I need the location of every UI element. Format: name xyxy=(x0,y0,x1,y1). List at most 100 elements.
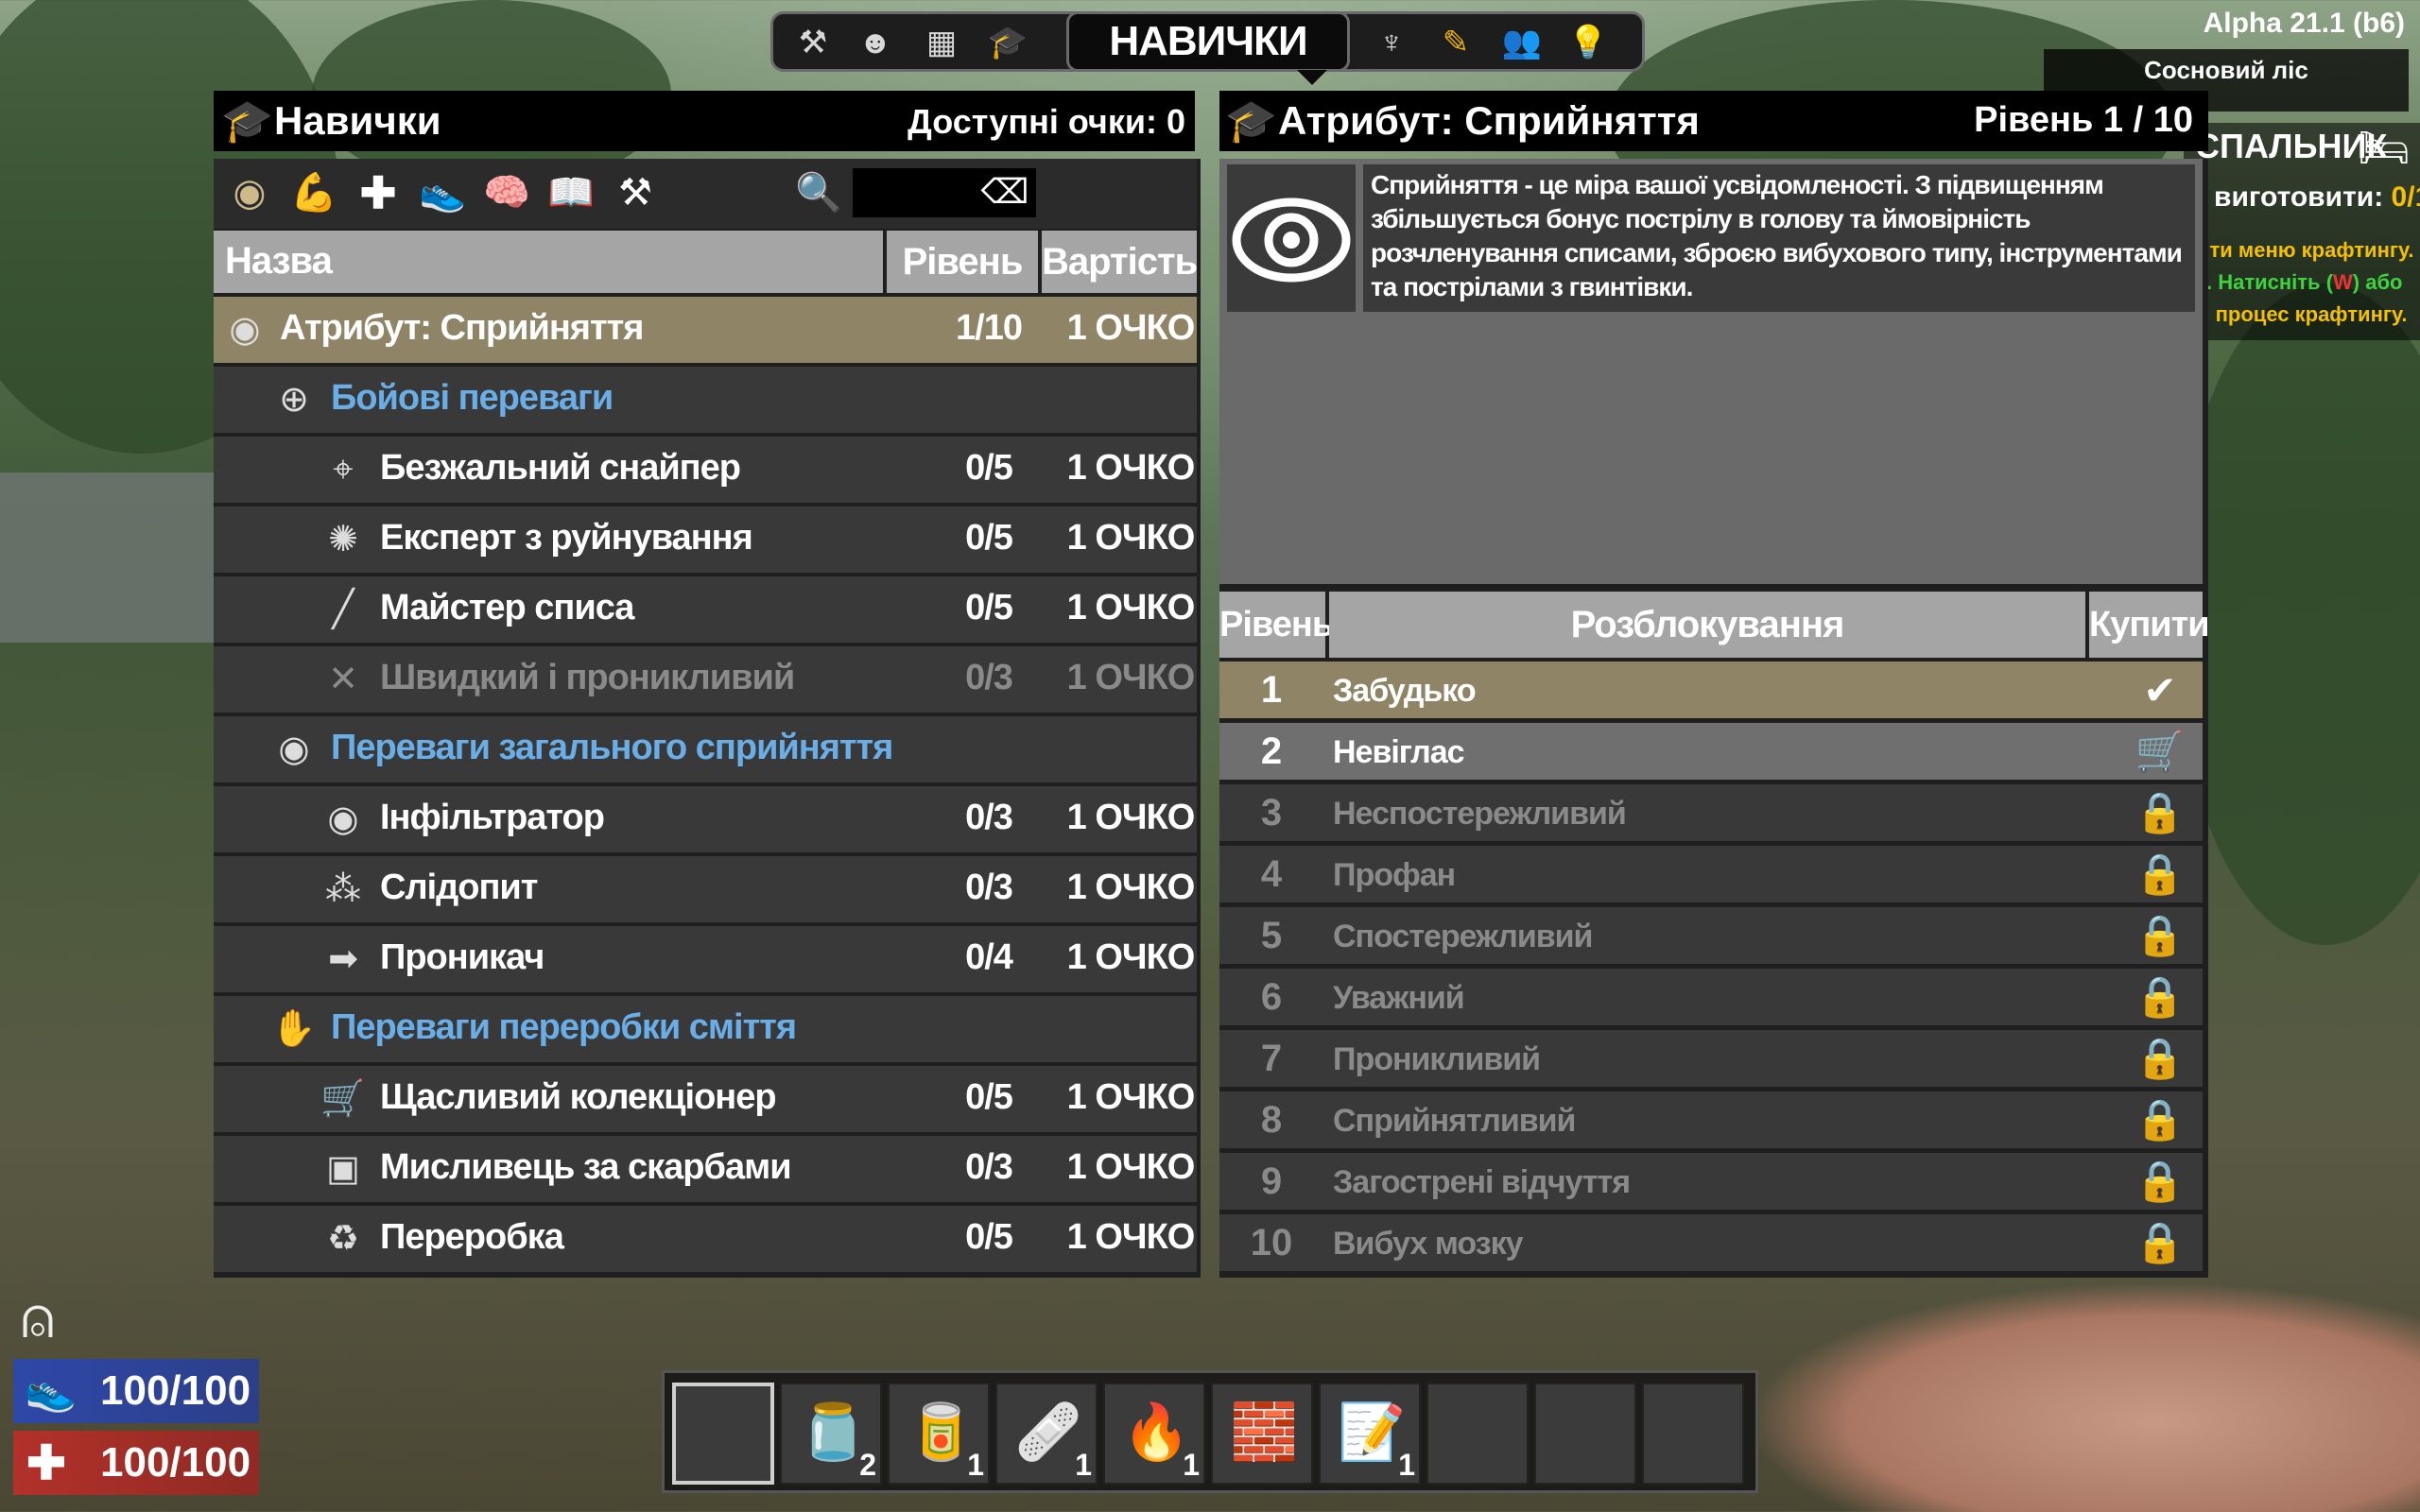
unlock-level-name: Забудько xyxy=(1333,673,1477,709)
quest-hint-suffix: ) або xyxy=(2352,270,2403,294)
stamina-value: 100/100 xyxy=(100,1367,251,1414)
column-header-name[interactable]: Назва xyxy=(214,231,883,293)
cross-icon[interactable]: ✚ xyxy=(352,166,405,219)
brain-icon[interactable]: 🧠 xyxy=(480,166,533,219)
health-value: 100/100 xyxy=(100,1439,251,1486)
perk-group-name: Переваги загального сприйняття xyxy=(331,728,893,767)
skills-panel-title: Навички xyxy=(274,98,441,143)
note-icon: 📝 xyxy=(1338,1401,1407,1463)
lock-icon: 🔒 xyxy=(2135,1159,2186,1203)
graduation-cap-icon[interactable]: 🎓 xyxy=(987,24,1028,61)
map-icon[interactable]: ▦ xyxy=(921,24,962,61)
column-header-cost[interactable]: Вартість xyxy=(1042,231,1198,293)
quest-objective: виготовити: 0/1 xyxy=(2214,181,2420,214)
perk-name: Слідопит xyxy=(380,868,538,907)
unlock-level-number: 2 xyxy=(1260,730,1283,772)
lightbulb-icon[interactable]: 💡 xyxy=(1567,24,1609,61)
pencil-icon[interactable]: ✎ xyxy=(1435,24,1477,61)
background-road xyxy=(0,472,227,643)
perk-group-name: Бойові переваги xyxy=(331,378,614,418)
unlock-level-row[interactable]: 6 Уважний 🔒 xyxy=(1219,969,2203,1025)
attribute-cost: 1 ОЧКО xyxy=(1066,308,1196,348)
unlock-level-row[interactable]: 2 Невіглас 🛒 xyxy=(1219,723,2203,780)
perk-row[interactable]: ◉ Інфільтратор 0/3 1 ОЧКО xyxy=(214,786,1197,852)
toolbelt-slot[interactable] xyxy=(1534,1383,1636,1485)
quest-hint-line: и процес крафтингу. xyxy=(2197,302,2408,326)
perk-row[interactable]: ✕ Швидкий і проникливий 0/3 1 ОЧКО xyxy=(214,646,1197,713)
background-tree xyxy=(2174,284,2420,945)
lock-icon: 🔒 xyxy=(2135,913,2186,957)
graduation-cap-icon: 🎓 xyxy=(1225,98,1277,145)
players-icon[interactable]: 👥 xyxy=(1501,24,1543,61)
column-header-level[interactable]: Рівень xyxy=(887,231,1038,293)
unlock-level-row[interactable]: 3 Неспостережливий 🔒 xyxy=(1219,784,2203,841)
unlock-level-name: Сприйнятливий xyxy=(1333,1103,1576,1139)
perk-row[interactable]: ⌖ Безжальний снайпер 0/5 1 ОЧКО xyxy=(214,437,1197,503)
item-count: 1 xyxy=(967,1448,984,1482)
unlock-level-row[interactable]: 7 Проникливий 🔒 xyxy=(1219,1030,2203,1087)
hammer-icon[interactable]: ⚒ xyxy=(609,166,662,219)
perk-row[interactable]: ▣ Мисливець за скарбами 0/3 1 ОЧКО xyxy=(214,1136,1197,1202)
toolbelt-slot[interactable]: 🩹 1 xyxy=(995,1383,1098,1485)
item-count: 1 xyxy=(1398,1448,1415,1482)
skills-panel: ◉ 💪 ✚ 👟 🧠 📖 ⚒ 🔍 ⌫ Назва Рівень Вартість … xyxy=(214,159,1201,1278)
unlock-header-unlock: Розблокування xyxy=(1329,592,2085,658)
torch-icon: 🔥 xyxy=(1122,1401,1191,1463)
unlock-level-number: 6 xyxy=(1260,976,1283,1018)
perk-row[interactable]: ⁂ Слідопит 0/3 1 ОЧКО xyxy=(214,856,1197,922)
perk-row[interactable]: ╱ Майстер списа 0/5 1 ОЧКО xyxy=(214,576,1197,643)
perk-name: Безжальний снайпер xyxy=(380,448,741,488)
unlock-level-row[interactable]: 8 Сприйнятливий 🔒 xyxy=(1219,1091,2203,1148)
stamina-bar: 👟 100/100 xyxy=(13,1359,259,1423)
hammer-icon[interactable]: ⚒ xyxy=(792,24,834,61)
detail-panel-header: 🎓 Атрибут: Сприйняття Рівень 1 / 10 xyxy=(1219,91,2208,151)
toolbelt-slot[interactable]: 🔥 1 xyxy=(1103,1383,1205,1485)
muscle-icon[interactable]: 💪 xyxy=(287,166,340,219)
character-icon[interactable]: ☻ xyxy=(855,24,896,61)
column-header-name-label: Назва xyxy=(225,240,333,282)
eye-icon: ◉ xyxy=(278,730,310,769)
toolbelt-slot[interactable]: 📝 1 xyxy=(1319,1383,1421,1485)
quest-objective-progress: 0/1 xyxy=(2391,181,2420,213)
graduation-cap-icon: 🎓 xyxy=(221,98,273,145)
perk-group-row: ⊕ Бойові переваги xyxy=(214,367,1197,433)
unlock-level-name: Уважний xyxy=(1333,980,1465,1016)
unlock-level-row[interactable]: 4 Профан 🔒 xyxy=(1219,846,2203,902)
detail-level: Рівень 1 / 10 xyxy=(1974,100,2193,140)
perk-name: Експерт з руйнування xyxy=(380,518,753,558)
cross-icon: ✚ xyxy=(26,1436,66,1489)
challenges-icon[interactable]: ♆ xyxy=(1371,24,1412,61)
perk-level: 0/3 xyxy=(965,1147,1013,1187)
book-icon[interactable]: 📖 xyxy=(544,166,597,219)
perk-name: Швидкий і проникливий xyxy=(380,658,795,697)
perk-row[interactable]: ✺ Експерт з руйнування 0/5 1 ОЧКО xyxy=(214,507,1197,573)
skills-panel-header: 🎓 Навички Доступні очки: 0 xyxy=(214,91,1195,151)
unlock-level-row[interactable]: 1 Забудько ✔ xyxy=(1219,662,2203,718)
item-count: 1 xyxy=(1183,1448,1200,1482)
toolbelt-slot[interactable]: 🫙 2 xyxy=(780,1383,882,1485)
shoe-icon[interactable]: 👟 xyxy=(416,166,469,219)
unlock-level-number: 5 xyxy=(1260,915,1283,956)
toolbelt-slot[interactable] xyxy=(1426,1383,1529,1485)
toolbelt-slot[interactable]: 🥫 1 xyxy=(888,1383,990,1485)
player-status-icon: ⍝ xyxy=(21,1286,55,1349)
unlock-level-row[interactable]: 10 Вибух мозку 🔒 xyxy=(1219,1214,2203,1271)
unlock-level-row[interactable]: 9 Загострені відчуття 🔒 xyxy=(1219,1153,2203,1210)
perk-row[interactable]: ♻ Переробка 0/5 1 ОЧКО xyxy=(214,1206,1197,1272)
toolbelt-slot[interactable]: 🧱 xyxy=(1211,1383,1313,1485)
toolbelt-slot[interactable] xyxy=(672,1383,774,1485)
checkmark-icon: ✔ xyxy=(2143,668,2177,713)
unlock-level-name: Спостережливий xyxy=(1333,919,1593,954)
perk-row[interactable]: ➡ Проникач 0/4 1 ОЧКО xyxy=(214,926,1197,992)
toolbelt-slot[interactable] xyxy=(1642,1383,1744,1485)
clear-search-icon[interactable]: ⌫ xyxy=(979,168,1030,215)
perk-level: 0/4 xyxy=(965,937,1013,977)
unlock-level-row[interactable]: 5 Спостережливий 🔒 xyxy=(1219,907,2203,964)
eye-icon[interactable]: ◉ xyxy=(223,166,276,219)
attribute-row[interactable]: ◉ Атрибут: Сприйняття 1/10 1 ОЧКО xyxy=(214,297,1197,363)
cart-icon[interactable]: 🛒 xyxy=(2127,729,2193,775)
unlock-level-number: 1 xyxy=(1260,669,1283,711)
tab-skills[interactable]: НАВИЧКИ xyxy=(1066,11,1350,72)
perk-row[interactable]: 🛒 Щасливий колекціонер 0/5 1 ОЧКО xyxy=(214,1066,1197,1132)
detail-title: Атрибут: Сприйняття xyxy=(1278,98,1700,143)
